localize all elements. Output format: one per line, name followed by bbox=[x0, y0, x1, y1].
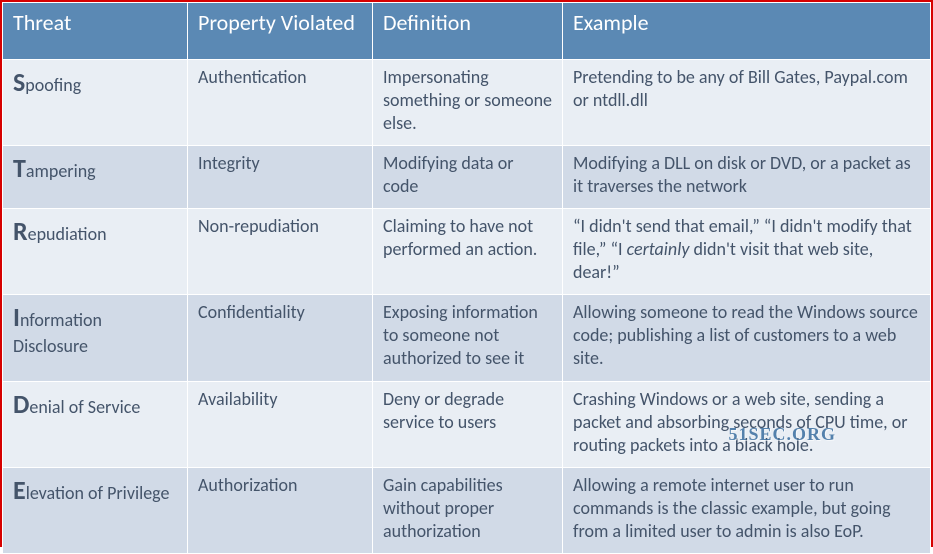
threat-initial: E bbox=[13, 474, 26, 506]
threat-rest: enial of Service bbox=[29, 396, 140, 418]
threat-rest: ampering bbox=[26, 160, 96, 182]
cell-property: Integrity bbox=[188, 146, 373, 209]
header-definition: Definition bbox=[373, 3, 563, 60]
cell-threat: Denial of Service bbox=[3, 381, 188, 467]
emphasis: certainly bbox=[627, 238, 690, 260]
threat-rest: levation of Privilege bbox=[26, 482, 170, 504]
threat-initial: T bbox=[13, 152, 26, 184]
threat-initial: I bbox=[13, 301, 20, 333]
stride-table-container: Threat Property Violated Definition Exam… bbox=[0, 0, 933, 547]
table-row: Elevation of PrivilegeAuthorizationGain … bbox=[3, 467, 931, 553]
threat-initial: R bbox=[13, 215, 28, 247]
cell-example: Modifying a DLL on disk or DVD, or a pac… bbox=[563, 146, 931, 209]
cell-definition: Modifying data or code bbox=[373, 146, 563, 209]
cell-threat: Spoofing bbox=[3, 60, 188, 146]
threat-rest: poofing bbox=[25, 74, 81, 96]
cell-example: Allowing a remote internet user to run c… bbox=[563, 467, 931, 553]
cell-threat: Tampering bbox=[3, 146, 188, 209]
stride-table: Threat Property Violated Definition Exam… bbox=[2, 2, 931, 554]
threat-rest: epudiation bbox=[28, 223, 107, 245]
header-property: Property Violated bbox=[188, 3, 373, 60]
table-row: Denial of ServiceAvailabilityDeny or deg… bbox=[3, 381, 931, 467]
threat-rest: nformation Disclosure bbox=[13, 309, 102, 356]
cell-definition: Deny or degrade service to users bbox=[373, 381, 563, 467]
threat-initial: D bbox=[13, 388, 29, 420]
cell-property: Confidentiality bbox=[188, 295, 373, 381]
cell-threat: Repudiation bbox=[3, 209, 188, 295]
cell-threat: Information Disclosure bbox=[3, 295, 188, 381]
cell-property: Availability bbox=[188, 381, 373, 467]
cell-definition: Claiming to have not performed an action… bbox=[373, 209, 563, 295]
cell-example: Pretending to be any of Bill Gates, Payp… bbox=[563, 60, 931, 146]
table-row: TamperingIntegrityModifying data or code… bbox=[3, 146, 931, 209]
cell-definition: Impersonating something or someone else. bbox=[373, 60, 563, 146]
cell-example: “I didn't send that email,” “I didn't mo… bbox=[563, 209, 931, 295]
table-row: RepudiationNon-repudiationClaiming to ha… bbox=[3, 209, 931, 295]
cell-definition: Exposing information to someone not auth… bbox=[373, 295, 563, 381]
cell-definition: Gain capabilities without proper authori… bbox=[373, 467, 563, 553]
cell-example: Allowing someone to read the Windows sou… bbox=[563, 295, 931, 381]
table-body: SpoofingAuthenticationImpersonating some… bbox=[3, 60, 931, 554]
cell-property: Authentication bbox=[188, 60, 373, 146]
cell-property: Authorization bbox=[188, 467, 373, 553]
header-example: Example bbox=[563, 3, 931, 60]
cell-example: Crashing Windows or a web site, sending … bbox=[563, 381, 931, 467]
table-row: SpoofingAuthenticationImpersonating some… bbox=[3, 60, 931, 146]
cell-property: Non-repudiation bbox=[188, 209, 373, 295]
threat-initial: S bbox=[13, 66, 25, 98]
table-row: Information DisclosureConfidentialityExp… bbox=[3, 295, 931, 381]
cell-threat: Elevation of Privilege bbox=[3, 467, 188, 553]
header-row: Threat Property Violated Definition Exam… bbox=[3, 3, 931, 60]
header-threat: Threat bbox=[3, 3, 188, 60]
